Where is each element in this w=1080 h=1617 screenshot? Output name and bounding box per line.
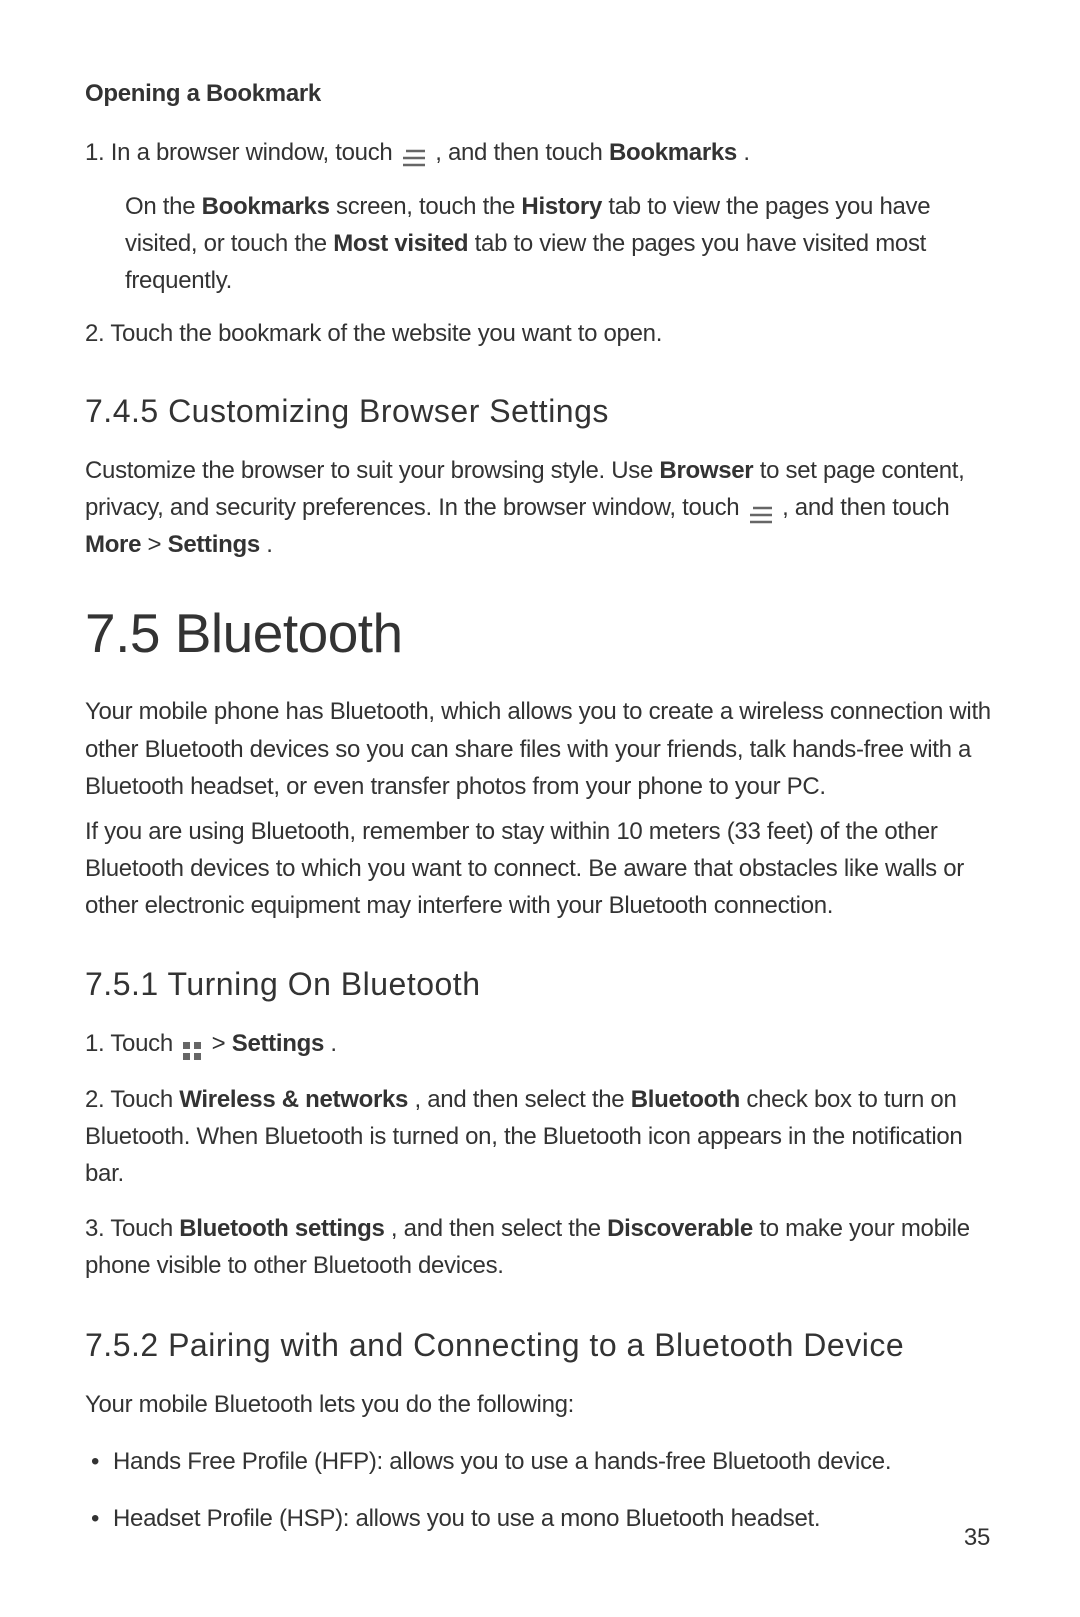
indent-bold1: Bookmarks [202, 193, 330, 220]
section-opening-bookmark: Opening a Bookmark 1. In a browser windo… [85, 80, 995, 351]
indent-bold3: Most visited [333, 230, 468, 257]
para-bold1: Browser [659, 457, 753, 484]
step3-bold2: Discoverable [607, 1215, 753, 1242]
step3-prefix: 3. Touch [85, 1215, 179, 1242]
indent-mid1: screen, touch the [336, 193, 521, 220]
customizing-para: Customize the browser to suit your brows… [85, 452, 995, 564]
step1-prefix: 1. Touch [85, 1030, 179, 1057]
para-prefix: Customize the browser to suit your brows… [85, 457, 659, 484]
opening-bookmark-step2: 2. Touch the bookmark of the website you… [85, 317, 995, 351]
section-pairing: 7.5.2 Pairing with and Connecting to a B… [85, 1327, 995, 1538]
opening-bookmark-step1: 1. In a browser window, touch , and then… [85, 136, 995, 170]
section-customizing: 7.4.5 Customizing Browser Settings Custo… [85, 393, 995, 564]
menu-icon [750, 498, 772, 516]
bluetooth-para1: Your mobile phone has Bluetooth, which a… [85, 693, 995, 805]
step2-bold2: Bluetooth [631, 1086, 740, 1113]
pairing-title: 7.5.2 Pairing with and Connecting to a B… [85, 1327, 995, 1364]
turning-on-step3: 3. Touch Bluetooth settings , and then s… [85, 1210, 995, 1284]
app-grid-icon [183, 1034, 201, 1052]
menu-icon [403, 143, 425, 161]
bluetooth-title: 7.5 Bluetooth [85, 601, 995, 665]
step1-mid: , and then touch [435, 139, 609, 166]
page-number: 35 [964, 1524, 990, 1552]
opening-bookmark-title: Opening a Bookmark [85, 80, 995, 108]
turning-on-step1: 1. Touch > Settings . [85, 1025, 995, 1062]
section-turning-on: 7.5.1 Turning On Bluetooth 1. Touch > Se… [85, 966, 995, 1284]
pairing-bullet1: Hands Free Profile (HFP): allows you to … [85, 1443, 995, 1480]
pairing-intro: Your mobile Bluetooth lets you do the fo… [85, 1386, 995, 1423]
turning-on-step2: 2. Touch Wireless & networks , and then … [85, 1081, 995, 1193]
para-end: . [266, 531, 272, 558]
step1-bold: Bookmarks [609, 139, 737, 166]
indent-bold2: History [521, 193, 602, 220]
indent-prefix: On the [125, 193, 202, 220]
step1-end: . [330, 1030, 336, 1057]
bluetooth-para2: If you are using Bluetooth, remember to … [85, 813, 995, 925]
step2-prefix: 2. Touch [85, 1086, 179, 1113]
step1-end: . [743, 139, 749, 166]
para-bold2: More [85, 531, 141, 558]
opening-bookmark-indent: On the Bookmarks screen, touch the Histo… [125, 188, 995, 300]
section-bluetooth: 7.5 Bluetooth Your mobile phone has Blue… [85, 601, 995, 924]
para-gt: > [148, 531, 168, 558]
step3-mid1: , and then select the [391, 1215, 607, 1242]
step2-bold1: Wireless & networks [179, 1086, 408, 1113]
para-bold3: Settings [168, 531, 260, 558]
turning-on-title: 7.5.1 Turning On Bluetooth [85, 966, 995, 1003]
step1-bold: Settings [232, 1030, 324, 1057]
pairing-bullet2: Headset Profile (HSP): allows you to use… [85, 1500, 995, 1537]
step3-bold1: Bluetooth settings [179, 1215, 384, 1242]
customizing-title: 7.4.5 Customizing Browser Settings [85, 393, 995, 430]
step1-prefix: 1. In a browser window, touch [85, 139, 399, 166]
para-mid2: , and then touch [782, 494, 949, 521]
step1-mid: > [212, 1030, 232, 1057]
step2-mid1: , and then select the [414, 1086, 630, 1113]
